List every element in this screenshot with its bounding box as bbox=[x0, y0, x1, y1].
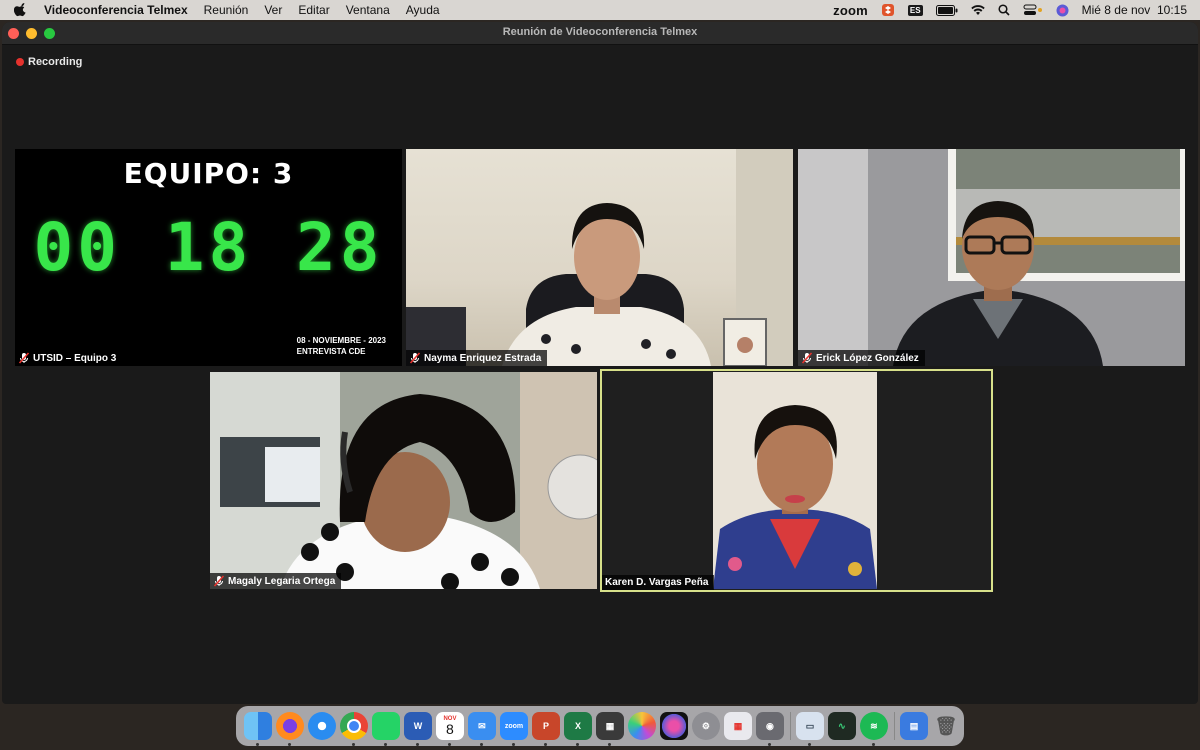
control-center-icon[interactable] bbox=[1023, 4, 1043, 16]
participant-name-tag: Magaly Legaria Ortega bbox=[210, 573, 342, 589]
finder-icon[interactable] bbox=[244, 712, 272, 746]
excel-icon[interactable]: X bbox=[564, 712, 592, 746]
menu-ver[interactable]: Ver bbox=[264, 3, 282, 17]
window-titlebar[interactable]: Reunión de Videoconferencia Telmex bbox=[2, 22, 1198, 45]
participant-name-tag: Nayma Enriquez Estrada bbox=[406, 350, 548, 366]
recording-label: Recording bbox=[28, 56, 83, 68]
search-icon[interactable] bbox=[998, 4, 1010, 16]
mic-off-icon bbox=[801, 352, 813, 364]
equipo-timer: 00 18 28 bbox=[33, 209, 384, 286]
launchpad-icon[interactable]: ▦ bbox=[724, 712, 752, 740]
menu-app-name[interactable]: Videoconferencia Telmex bbox=[44, 3, 188, 17]
photo-booth-icon[interactable]: ◉ bbox=[756, 712, 784, 746]
participant-name: Nayma Enriquez Estrada bbox=[424, 352, 542, 364]
video-tile-magaly[interactable]: Magaly Legaria Ortega bbox=[210, 372, 597, 589]
calendar-day: 8 bbox=[446, 721, 454, 737]
equipo-title: EQUIPO: 3 bbox=[123, 157, 294, 190]
equipo-subtitle: ENTREVISTA CDE bbox=[296, 347, 366, 356]
menu-reunion[interactable]: Reunión bbox=[204, 3, 249, 17]
zoom-menubar-item[interactable]: zoom bbox=[833, 3, 868, 18]
menu-editar[interactable]: Editar bbox=[298, 3, 329, 17]
calculator-icon[interactable]: ▦ bbox=[596, 712, 624, 746]
photos-icon[interactable] bbox=[628, 712, 656, 740]
siri-app-icon[interactable] bbox=[660, 712, 688, 740]
video-tile-utsid[interactable]: EQUIPO: 3 00 18 28 08 - NOVIEMBRE - 2023… bbox=[15, 149, 402, 366]
recording-dot-icon bbox=[16, 58, 24, 66]
apple-icon[interactable] bbox=[14, 3, 28, 17]
participant-name-tag: Karen D. Vargas Peña bbox=[602, 575, 715, 590]
participant-name: Karen D. Vargas Peña bbox=[605, 577, 709, 588]
participant-name-tag: Erick López González bbox=[798, 350, 925, 366]
safari-icon[interactable] bbox=[308, 712, 336, 740]
participant-name: UTSID – Equipo 3 bbox=[33, 352, 117, 364]
equipo-date: 08 - NOVIEMBRE - 2023 bbox=[296, 336, 386, 345]
mail-icon[interactable]: ✉ bbox=[468, 712, 496, 746]
dock-separator bbox=[894, 712, 895, 740]
downloads-folder-icon[interactable]: ▤ bbox=[900, 712, 928, 740]
menu-ventana[interactable]: Ventana bbox=[346, 3, 390, 17]
powerpoint-icon[interactable]: P bbox=[532, 712, 560, 746]
equipo-footer: 08 - NOVIEMBRE - 2023 ENTREVISTA CDE bbox=[297, 335, 386, 357]
wifi-icon[interactable] bbox=[970, 4, 985, 16]
battery-icon[interactable] bbox=[935, 4, 958, 16]
recording-indicator[interactable]: Recording bbox=[16, 56, 82, 68]
participant-video-image bbox=[210, 372, 597, 589]
menubar-status-area: zoom ES Mié 8 de nov 10:15 bbox=[833, 0, 1200, 20]
zoom-app-label: zoom bbox=[504, 722, 524, 730]
system-settings-icon[interactable]: ⚙ bbox=[692, 712, 720, 740]
participant-name-tag: UTSID – Equipo 3 bbox=[15, 350, 122, 366]
word-icon[interactable]: W bbox=[404, 712, 432, 746]
video-tile-nayma[interactable]: Nayma Enriquez Estrada bbox=[406, 149, 793, 366]
participant-video-image bbox=[406, 149, 793, 366]
participant-name: Erick López González bbox=[816, 352, 919, 364]
zoom-app-icon[interactable]: zoom bbox=[500, 712, 528, 746]
mic-off-icon bbox=[213, 575, 225, 587]
menu-ayuda[interactable]: Ayuda bbox=[406, 3, 440, 17]
macos-dock: W NOV 8 ✉ zoom P X ▦ ⚙ ▦ ◉ ▭ ∿ ≋ ▤ 🗑 bbox=[236, 706, 964, 746]
mic-off-icon bbox=[18, 352, 30, 364]
activity-monitor-icon[interactable]: ∿ bbox=[828, 712, 856, 740]
siri-icon[interactable] bbox=[1056, 4, 1069, 17]
dropbox-icon[interactable] bbox=[881, 3, 895, 17]
video-tile-karen[interactable]: Karen D. Vargas Peña bbox=[600, 369, 993, 592]
video-tile-erick[interactable]: Erick López González bbox=[798, 149, 1185, 366]
participant-video-image bbox=[713, 372, 877, 589]
preview-icon[interactable]: ▭ bbox=[796, 712, 824, 746]
zoom-meeting-window: Reunión de Videoconferencia Telmex Recor… bbox=[2, 22, 1198, 704]
participant-name: Magaly Legaria Ortega bbox=[228, 575, 336, 587]
whatsapp-icon[interactable] bbox=[372, 712, 400, 746]
spotify-icon[interactable]: ≋ bbox=[860, 712, 888, 746]
menubar-clock[interactable]: Mié 8 de nov 10:15 bbox=[1082, 3, 1187, 17]
input-source-badge[interactable]: ES bbox=[907, 4, 923, 16]
trash-icon[interactable]: 🗑 bbox=[932, 712, 960, 740]
dock-separator bbox=[790, 712, 791, 740]
firefox-icon[interactable] bbox=[276, 712, 304, 746]
window-title: Reunión de Videoconferencia Telmex bbox=[502, 26, 698, 38]
menu-bar: Videoconferencia Telmex Reunión Ver Edit… bbox=[0, 0, 1200, 20]
participant-video-image bbox=[798, 149, 1185, 366]
chrome-icon[interactable] bbox=[340, 712, 368, 746]
mic-off-icon bbox=[409, 352, 421, 364]
calendar-icon[interactable]: NOV 8 bbox=[436, 712, 464, 746]
